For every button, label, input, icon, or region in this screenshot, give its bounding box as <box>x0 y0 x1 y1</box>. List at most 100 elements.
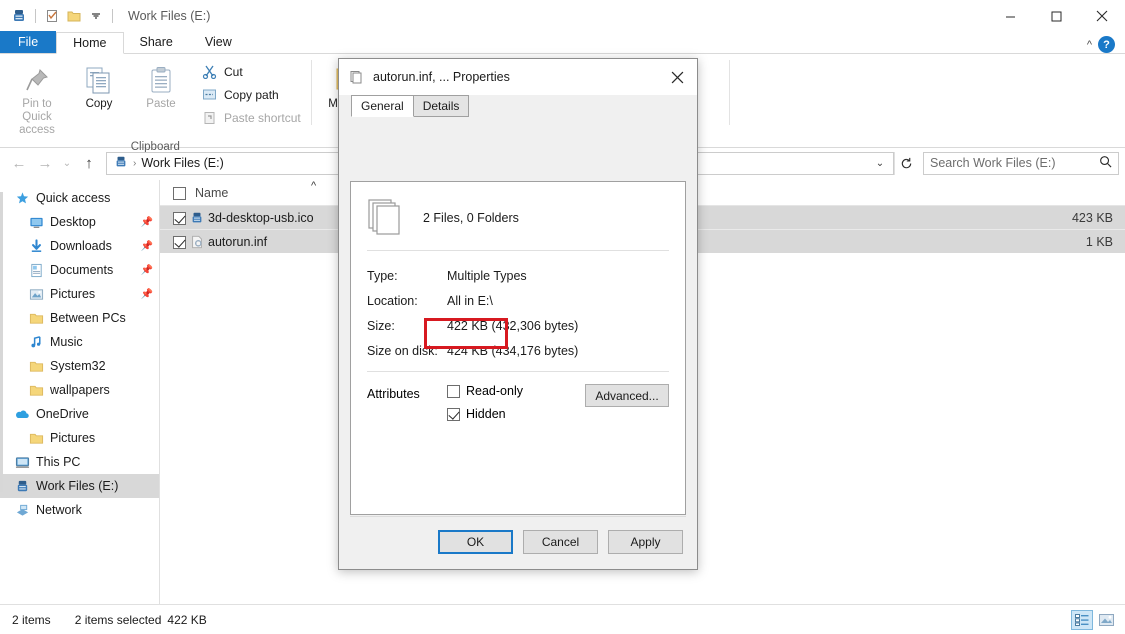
sort-ascending-icon: ^ <box>311 180 316 192</box>
sidebar-item-system32[interactable]: System32 <box>0 354 159 378</box>
close-icon[interactable] <box>1079 0 1125 32</box>
tab-file[interactable]: File <box>0 31 56 53</box>
help-icon[interactable]: ? <box>1098 36 1115 53</box>
ok-button[interactable]: OK <box>438 530 513 554</box>
new-folder-icon[interactable] <box>63 5 85 27</box>
dialog-tab-general[interactable]: General <box>351 95 414 117</box>
hidden-checkbox[interactable] <box>447 408 460 421</box>
sidebar-item-label: OneDrive <box>32 407 89 421</box>
maximize-icon[interactable] <box>1033 0 1079 32</box>
dialog-close-icon[interactable] <box>657 59 697 95</box>
apply-button[interactable]: Apply <box>608 530 683 554</box>
dialog-field-label: Location: <box>367 294 447 308</box>
advanced-button[interactable]: Advanced... <box>585 384 669 407</box>
pin-icon <box>22 62 52 98</box>
paste-button[interactable]: Paste <box>130 59 192 114</box>
dialog-field-value: All in E:\ <box>447 294 493 308</box>
sidebar-item-desktop[interactable]: Desktop📌 <box>0 210 159 234</box>
sidebar-item-wallpapers[interactable]: wallpapers <box>0 378 159 402</box>
back-arrow-icon[interactable]: ← <box>6 150 32 176</box>
dialog-summary-row: 2 Files, 0 Folders <box>367 194 669 242</box>
folder-icon <box>26 431 46 446</box>
sidebar-item-network[interactable]: Network <box>0 498 159 522</box>
up-arrow-icon[interactable]: ↑ <box>76 150 102 176</box>
pin-icon[interactable]: 📌 <box>141 217 153 228</box>
chevron-down-icon[interactable]: ⌄ <box>869 158 891 169</box>
tab-home[interactable]: Home <box>56 32 123 54</box>
sidebar-item-downloads[interactable]: Downloads📌 <box>0 234 159 258</box>
copy-button[interactable]: Copy <box>68 59 130 114</box>
refresh-icon[interactable] <box>894 152 918 175</box>
attribute-hidden[interactable]: Hidden <box>447 407 523 421</box>
dialog-title: autorun.inf, ... Properties <box>373 70 510 84</box>
dialog-field-label: Size: <box>367 319 447 333</box>
breadcrumb[interactable]: › Work Files (E:) <box>111 155 227 172</box>
sidebar-item-this-pc[interactable]: This PC <box>0 450 159 474</box>
downloads-icon <box>26 239 46 254</box>
cut-icon <box>200 64 218 79</box>
inf-file-icon <box>186 235 208 249</box>
sidebar-item-documents[interactable]: Documents📌 <box>0 258 159 282</box>
forward-arrow-icon[interactable]: → <box>32 150 58 176</box>
cut-button[interactable]: Cut <box>196 61 305 82</box>
recent-caret-icon[interactable]: ⌄ <box>58 150 76 176</box>
tab-view[interactable]: View <box>189 31 248 53</box>
sidebar-item-between-pcs[interactable]: Between PCs <box>0 306 159 330</box>
pin-icon[interactable]: 📌 <box>141 289 153 300</box>
row-checkbox[interactable] <box>173 210 186 224</box>
file-name: 3d-desktop-usb.ico <box>208 211 314 225</box>
clipboard-small-buttons: Cut Copy path Paste shortcut <box>192 59 305 128</box>
usb-drive-icon[interactable] <box>8 5 30 27</box>
status-bar: 2 items 2 items selected 422 KB <box>0 604 1125 634</box>
properties-dialog: autorun.inf, ... Properties General Deta… <box>338 58 698 570</box>
paste-label: Paste <box>146 98 175 111</box>
dialog-field-value: Multiple Types <box>447 269 527 283</box>
sidebar-item-pictures[interactable]: Pictures📌 <box>0 282 159 306</box>
dialog-tab-details[interactable]: Details <box>413 95 470 117</box>
ribbon-group-clipboard: Pin to Quick access Copy Paste <box>0 54 311 147</box>
navigation-scrollbar[interactable] <box>0 192 3 492</box>
sidebar-item-onedrive[interactable]: OneDrive <box>0 402 159 426</box>
music-icon <box>26 335 46 350</box>
paste-shortcut-button[interactable]: Paste shortcut <box>196 107 305 128</box>
copy-path-button[interactable]: Copy path <box>196 84 305 105</box>
window-controls <box>987 0 1125 32</box>
properties-icon[interactable] <box>41 5 63 27</box>
select-all-checkbox[interactable] <box>173 185 186 199</box>
dialog-attribute-checkboxes: Read-only Hidden <box>447 384 523 421</box>
readonly-checkbox[interactable] <box>447 385 460 398</box>
cancel-button[interactable]: Cancel <box>523 530 598 554</box>
dialog-title-bar: autorun.inf, ... Properties <box>339 59 697 95</box>
file-name: autorun.inf <box>208 235 267 249</box>
customize-caret-icon[interactable] <box>85 5 107 27</box>
collapse-ribbon-icon[interactable]: ^ <box>1087 39 1092 51</box>
navigation-pane: Quick access Desktop📌Downloads📌Documents📌… <box>0 180 160 604</box>
sidebar-item-pictures[interactable]: Pictures <box>0 426 159 450</box>
dialog-field-value: 422 KB (432,306 bytes) <box>447 319 578 333</box>
row-checkbox[interactable] <box>173 234 186 248</box>
pin-icon[interactable]: 📌 <box>141 265 153 276</box>
dialog-field-label: Type: <box>367 269 447 283</box>
readonly-label: Read-only <box>466 384 523 398</box>
pin-to-quick-access-label: Pin to Quick access <box>8 98 66 138</box>
large-icons-view-icon[interactable] <box>1095 610 1117 630</box>
attribute-readonly[interactable]: Read-only <box>447 384 523 398</box>
sidebar-item-work-files-e[interactable]: Work Files (E:) <box>0 474 159 498</box>
tab-share[interactable]: Share <box>124 31 189 53</box>
ribbon-divider-3 <box>729 60 730 125</box>
sidebar-item-quick-access[interactable]: Quick access <box>0 186 159 210</box>
paste-shortcut-icon <box>200 110 218 125</box>
sidebar-item-label: Music <box>46 335 83 349</box>
sidebar-item-label: Quick access <box>32 191 110 205</box>
pin-to-quick-access-button[interactable]: Pin to Quick access <box>6 59 68 141</box>
details-view-icon[interactable] <box>1071 610 1093 630</box>
sidebar-item-music[interactable]: Music <box>0 330 159 354</box>
star-icon <box>12 191 32 206</box>
minimize-icon[interactable] <box>987 0 1033 32</box>
sidebar-item-label: wallpapers <box>46 383 110 397</box>
breadcrumb-label: Work Files (E:) <box>141 156 223 170</box>
search-icon[interactable] <box>1099 155 1112 171</box>
pin-icon[interactable]: 📌 <box>141 241 153 252</box>
ribbon-tab-actions: ^ ? <box>1087 36 1125 53</box>
search-input[interactable]: Search Work Files (E:) <box>923 152 1119 175</box>
